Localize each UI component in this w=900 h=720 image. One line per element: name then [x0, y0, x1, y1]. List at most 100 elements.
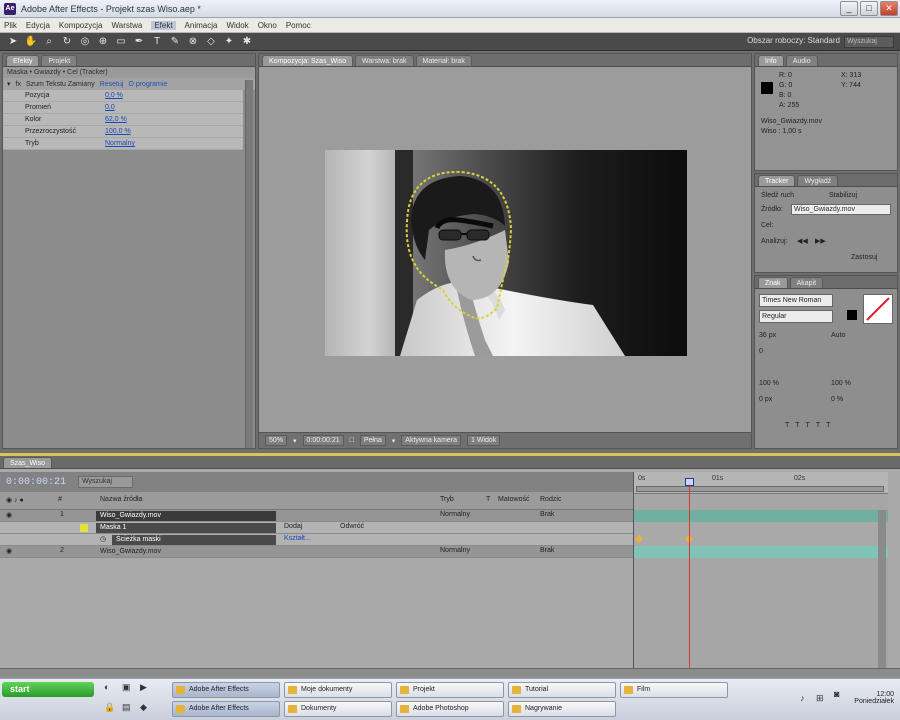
close-button[interactable]: ✕: [880, 1, 898, 16]
tab-tracker[interactable]: Tracker: [758, 175, 796, 186]
effect-header[interactable]: ▾ fx Szum Tekstu Zamiany Resetuj O progr…: [3, 78, 255, 90]
rotate-tool-icon[interactable]: ↻: [60, 35, 74, 48]
tab-smoother[interactable]: Wygładź: [797, 175, 839, 186]
minimize-button[interactable]: _: [840, 1, 858, 16]
layer-mode[interactable]: Normalny: [440, 547, 470, 554]
horizontal-scale-value[interactable]: 100 %: [831, 380, 851, 387]
type-tool-icon[interactable]: T: [150, 35, 164, 48]
leading-value[interactable]: Auto: [831, 332, 845, 339]
tab-effect-controls[interactable]: Efekty: [6, 55, 40, 66]
layer-name[interactable]: Wiso_Gwiazdy.mov: [96, 547, 165, 557]
quick-launch-media-icon[interactable]: ▶: [140, 682, 147, 693]
layer-mode[interactable]: Normalny: [440, 511, 470, 518]
mask-name[interactable]: Maska 1: [96, 523, 276, 533]
fill-color-swatch[interactable]: [847, 310, 857, 320]
menu-effect[interactable]: Efekt: [151, 20, 176, 30]
taskbar-button[interactable]: Nagrywanie: [508, 701, 616, 717]
font-family-dropdown[interactable]: Times New Roman: [759, 294, 833, 307]
resolution-dropdown[interactable]: Pełna: [359, 435, 386, 446]
font-style-dropdown[interactable]: Regular: [759, 310, 833, 323]
composition-viewer[interactable]: [325, 150, 687, 356]
language-icon[interactable]: ◙: [834, 689, 839, 699]
param-value[interactable]: 62,0 %: [105, 116, 127, 123]
taskbar-button[interactable]: Moje dokumenty: [284, 682, 392, 698]
mask-inverted[interactable]: Odwróć: [340, 523, 364, 530]
vertical-scale-value[interactable]: 100 %: [759, 380, 779, 387]
stabilize-button[interactable]: Stabilizuj: [829, 192, 857, 199]
timeline-scrollbar[interactable]: [878, 510, 886, 688]
taskbar-button[interactable]: Adobe After Effects: [172, 701, 280, 717]
col-source-name[interactable]: Nazwa źródła: [100, 496, 142, 503]
tab-paragraph[interactable]: Akapit: [789, 277, 824, 288]
font-size-value[interactable]: 36 px: [759, 332, 776, 339]
timeline-graph-area[interactable]: 0s 01s 02s: [633, 472, 888, 688]
zoom-tool-icon[interactable]: ⌕: [42, 35, 56, 48]
time-ruler[interactable]: 0s 01s 02s: [634, 472, 888, 494]
menu-edit[interactable]: Edycja: [26, 21, 50, 30]
current-time-indicator[interactable]: [689, 480, 690, 668]
taskbar-button[interactable]: Adobe After Effects: [172, 682, 280, 698]
timeline-current-time[interactable]: 0:00:00:21: [6, 477, 66, 488]
mask-path-row[interactable]: ◷ Ścieżka maski Kształt...: [0, 534, 633, 546]
network-icon[interactable]: ⊞: [816, 693, 824, 704]
lock-icon[interactable]: 🔒: [104, 702, 115, 713]
baseline-shift-value[interactable]: 0 px: [759, 396, 772, 403]
mask-mode[interactable]: Dodaj: [284, 523, 302, 530]
camera-tool-icon[interactable]: ◎: [78, 35, 92, 48]
effect-reset-link[interactable]: Resetuj: [100, 81, 124, 88]
mask-row[interactable]: Maska 1 Dodaj Odwróć: [0, 522, 633, 534]
disclosure-triangle-icon[interactable]: ▾: [7, 80, 11, 88]
chevron-down-icon[interactable]: ▾: [392, 437, 396, 445]
stroke-color-picker[interactable]: [863, 294, 893, 324]
effects-scrollbar[interactable]: [245, 80, 253, 448]
quick-launch-desktop-icon[interactable]: ▣: [122, 682, 131, 693]
tab-info[interactable]: Info: [758, 55, 784, 66]
mask-path-value[interactable]: Kształt...: [284, 535, 311, 542]
menu-help[interactable]: Pomoc: [286, 21, 311, 30]
start-button[interactable]: start: [2, 682, 94, 697]
tsume-value[interactable]: 0 %: [831, 396, 843, 403]
layer-duration-bar[interactable]: [634, 510, 888, 522]
tracker-source-dropdown[interactable]: Wiso_Gwiazdy.mov: [791, 204, 891, 215]
menu-view[interactable]: Widok: [226, 21, 248, 30]
puppet-tool-icon[interactable]: ✱: [240, 35, 254, 48]
track-motion-button[interactable]: Śledź ruch: [761, 192, 794, 199]
layer-parent[interactable]: Brak: [540, 511, 554, 518]
layer-parent[interactable]: Brak: [540, 547, 554, 554]
system-clock[interactable]: 12:00 Poniedziałek: [854, 691, 894, 705]
help-search-input[interactable]: Wyszukaj: [844, 36, 894, 48]
current-time-indicator-head[interactable]: [685, 478, 694, 486]
param-value[interactable]: 100,0 %: [105, 128, 131, 135]
pan-behind-tool-icon[interactable]: ⊕: [96, 35, 110, 48]
menu-animation[interactable]: Animacja: [185, 21, 218, 30]
work-area-bar[interactable]: [636, 486, 884, 492]
analyze-backward-icon[interactable]: ◀◀: [797, 237, 808, 245]
quick-launch-ie-icon[interactable]: ◐: [104, 682, 109, 692]
layer-name[interactable]: Wiso_Gwiazdy.mov: [96, 511, 276, 521]
taskbar-button[interactable]: Film: [620, 682, 728, 698]
eraser-tool-icon[interactable]: ◇: [204, 35, 218, 48]
chevron-down-icon[interactable]: ▾: [293, 437, 297, 445]
menu-file[interactable]: Plik: [4, 21, 17, 30]
tab-project[interactable]: Projekt: [41, 55, 78, 66]
menu-window[interactable]: Okno: [258, 21, 277, 30]
quick-launch-folder-icon[interactable]: ▤: [122, 702, 131, 713]
tracking-value[interactable]: 0: [759, 348, 763, 355]
magnification-dropdown[interactable]: 50%: [265, 435, 288, 446]
brush-tool-icon[interactable]: ✎: [168, 35, 182, 48]
visibility-eye-icon[interactable]: ◉: [6, 511, 12, 519]
taskbar-button[interactable]: Tutorial: [508, 682, 616, 698]
layer-row[interactable]: ◉ 1 Wiso_Gwiazdy.mov Normalny Brak: [0, 510, 633, 522]
snapshot-camera-icon[interactable]: □: [350, 437, 354, 444]
keyframe-marker[interactable]: [634, 534, 644, 544]
workspace-selector[interactable]: Obszar roboczy: Standard: [747, 36, 840, 45]
selection-tool-icon[interactable]: ➤: [6, 35, 20, 48]
text-style-buttons[interactable]: TTTTT: [785, 422, 836, 429]
tab-timeline-composition[interactable]: Szas_Wiso: [3, 457, 53, 468]
tab-layer[interactable]: Warstwa: brak: [355, 55, 414, 66]
effect-about-link[interactable]: O programie: [128, 81, 167, 88]
tab-audio[interactable]: Audio: [785, 55, 818, 66]
current-time-display[interactable]: 0:00:00:21: [302, 435, 344, 446]
maximize-button[interactable]: □: [860, 1, 878, 16]
visibility-eye-icon[interactable]: ◉: [6, 547, 12, 555]
